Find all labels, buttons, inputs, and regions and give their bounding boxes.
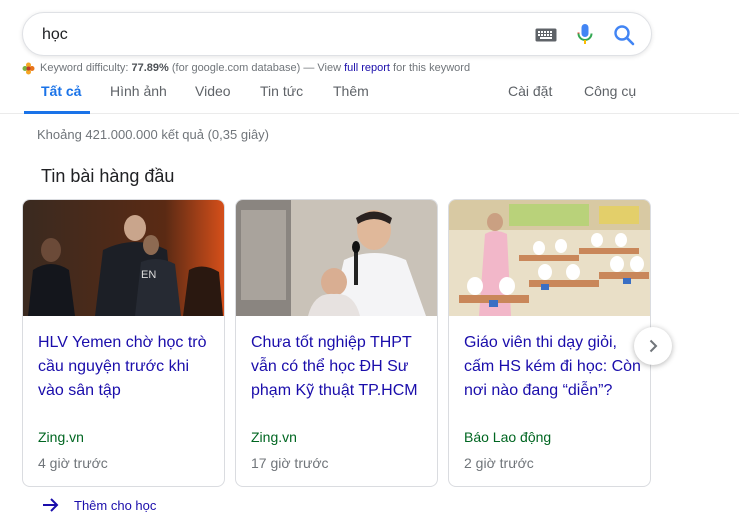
more-news-link[interactable]: Thêm cho học — [42, 495, 156, 515]
search-input[interactable] — [42, 24, 502, 46]
news-thumbnail — [236, 200, 437, 316]
news-source: Zing.vn — [38, 429, 84, 445]
tab-videos[interactable]: Video — [195, 83, 231, 99]
tab-tools[interactable]: Công cụ — [584, 83, 636, 99]
tab-settings[interactable]: Cài đặt — [508, 83, 552, 99]
flower-icon — [22, 62, 35, 74]
keyboard-icon[interactable] — [535, 27, 557, 43]
active-tab-indicator — [24, 111, 90, 114]
kd-database: (for google.com database) — View — [171, 62, 342, 74]
search-icon[interactable] — [613, 24, 635, 46]
tab-all[interactable]: Tất cả — [41, 83, 81, 99]
news-title[interactable]: Chưa tốt nghiệp THPT vẫn có thể học ĐH S… — [251, 331, 431, 403]
carousel-next-button[interactable] — [634, 327, 672, 365]
news-source: Zing.vn — [251, 429, 297, 445]
result-stats: Khoảng 421.000.000 kết quả (0,35 giây) — [37, 127, 270, 142]
kd-value: 77.89% — [131, 62, 169, 74]
kd-full-report-link[interactable]: full report — [344, 62, 390, 74]
kd-suffix: for this keyword — [393, 62, 471, 74]
news-card[interactable]: Giáo viên thi dạy giỏi, cấm HS kém đi họ… — [448, 199, 651, 487]
news-card[interactable]: Chưa tốt nghiệp THPT vẫn có thể học ĐH S… — [235, 199, 438, 487]
news-title[interactable]: Giáo viên thi dạy giỏi, cấm HS kém đi họ… — [464, 331, 644, 403]
news-card[interactable]: EN HLV Yemen chờ học trò cầu nguyện trướ… — [22, 199, 225, 487]
kd-label: Keyword difficulty: — [40, 62, 129, 74]
tab-news[interactable]: Tin tức — [260, 83, 303, 99]
svg-text:EN: EN — [141, 269, 156, 281]
keyword-difficulty: Keyword difficulty: 77.89% (for google.c… — [22, 61, 470, 75]
news-source: Báo Lao động — [464, 429, 552, 445]
news-title[interactable]: HLV Yemen chờ học trò cầu nguyện trước k… — [38, 331, 218, 403]
search-tabs: Tất cả Hình ảnh Video Tin tức Thêm Cài đ… — [0, 80, 739, 114]
top-stories-heading: Tin bài hàng đầu — [41, 166, 175, 186]
chevron-right-icon — [649, 339, 658, 353]
news-thumbnail — [449, 200, 650, 316]
microphone-icon[interactable] — [575, 23, 595, 47]
tab-more[interactable]: Thêm — [333, 83, 369, 99]
news-thumbnail: EN — [23, 200, 224, 316]
news-time: 2 giờ trước — [464, 455, 534, 471]
search-box[interactable] — [22, 12, 652, 56]
tab-images[interactable]: Hình ảnh — [110, 83, 167, 99]
more-news-label[interactable]: Thêm cho học — [74, 498, 156, 513]
news-time: 4 giờ trước — [38, 455, 108, 471]
news-time: 17 giờ trước — [251, 455, 329, 471]
arrow-right-icon — [43, 498, 59, 512]
